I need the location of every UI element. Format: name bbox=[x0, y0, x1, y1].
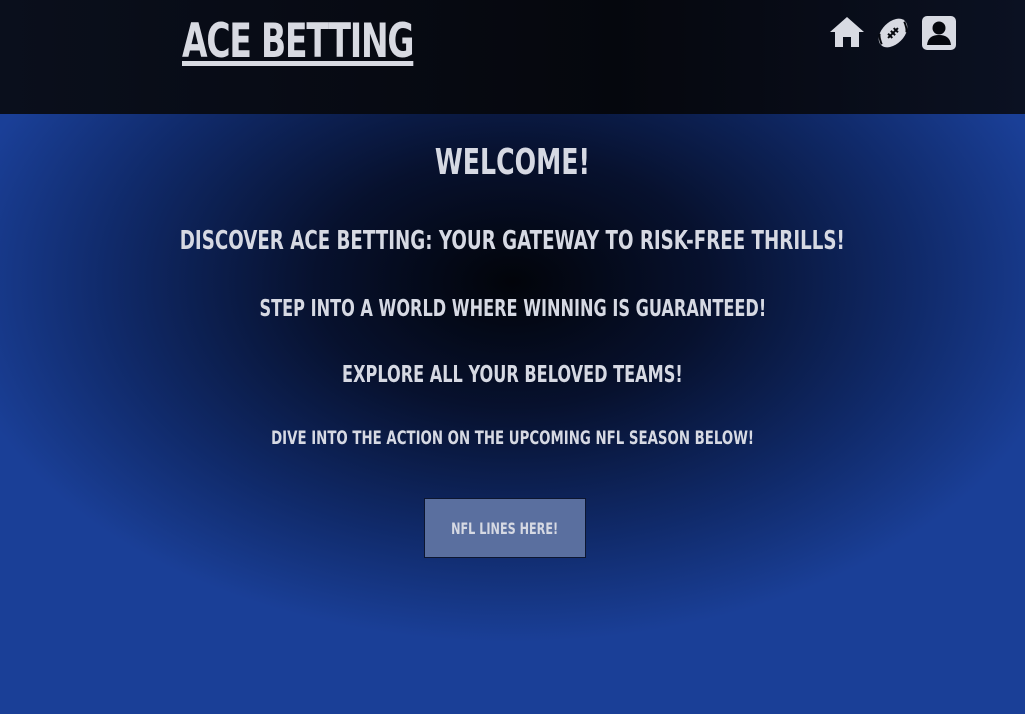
hero-section: WELCOME! DISCOVER ACE BETTING: YOUR GATE… bbox=[0, 114, 1025, 714]
home-icon[interactable] bbox=[828, 14, 866, 52]
account-icon[interactable] bbox=[920, 14, 958, 52]
discover-tagline: DISCOVER ACE BETTING: YOUR GATEWAY TO RI… bbox=[179, 226, 846, 256]
brand-logo-link[interactable]: ACE BETTING bbox=[182, 14, 414, 69]
site-header: ACE BETTING bbox=[0, 0, 1025, 114]
nfl-lines-button[interactable]: NFL LINES HERE! bbox=[424, 498, 586, 558]
nav-icons bbox=[828, 14, 958, 52]
step-tagline: STEP INTO A WORLD WHERE WINNING IS GUARA… bbox=[259, 296, 766, 322]
explore-tagline: EXPLORE ALL YOUR BELOVED TEAMS! bbox=[342, 362, 683, 388]
football-icon[interactable] bbox=[874, 14, 912, 52]
dive-tagline: DIVE INTO THE ACTION ON THE UPCOMING NFL… bbox=[271, 427, 754, 449]
welcome-heading: WELCOME! bbox=[434, 142, 591, 183]
